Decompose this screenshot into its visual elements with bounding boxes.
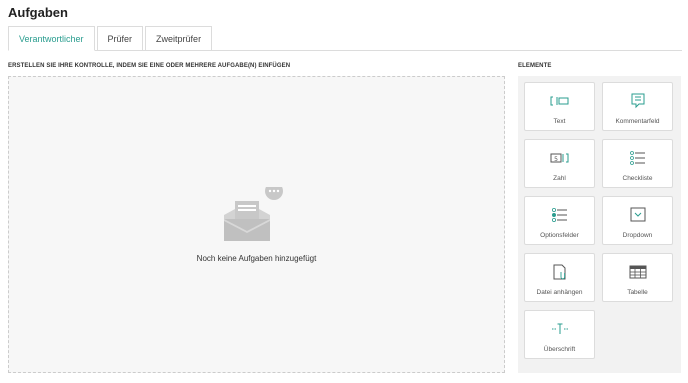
tab-pruefer[interactable]: Prüfer bbox=[96, 26, 144, 50]
element-label: Optionsfelder bbox=[540, 232, 579, 239]
builder-instruction: ERSTELLEN SIE IHRE KONTROLLE, INDEM SIE … bbox=[8, 63, 291, 69]
element-label: Dropdown bbox=[622, 232, 653, 239]
comment-icon bbox=[631, 93, 644, 109]
element-label: Kommentarfeld bbox=[615, 118, 660, 125]
checklist-icon bbox=[629, 151, 645, 165]
element-checkliste-button[interactable]: Checkliste bbox=[602, 139, 673, 188]
empty-state-illustration bbox=[9, 187, 504, 247]
radio-options-icon bbox=[551, 207, 567, 222]
element-label: Zahl bbox=[553, 175, 566, 182]
task-dropzone[interactable]: Noch keine Aufgaben hinzugefügt bbox=[8, 76, 505, 373]
element-optionsfelder-button[interactable]: Optionsfelder bbox=[524, 196, 595, 245]
element-text-button[interactable]: Text bbox=[524, 82, 595, 131]
element-label: Überschrift bbox=[543, 346, 576, 353]
element-datei-anhaengen-button[interactable]: Datei anhängen bbox=[524, 253, 595, 302]
attach-file-icon bbox=[553, 264, 565, 280]
element-zahl-button[interactable]: 5 Zahl bbox=[524, 139, 595, 188]
tab-verantwortlicher[interactable]: Verantwortlicher bbox=[8, 26, 95, 51]
elements-panel: Text Kommentarfeld 5 Zahl Checkliste Opt… bbox=[518, 76, 681, 373]
element-label: Text bbox=[553, 118, 566, 125]
elements-heading: ELEMENTE bbox=[518, 63, 552, 69]
empty-state-message: Noch keine Aufgaben hinzugefügt bbox=[196, 254, 317, 263]
page-title: Aufgaben bbox=[8, 5, 68, 20]
element-tabelle-button[interactable]: Tabelle bbox=[602, 253, 673, 302]
heading-icon bbox=[551, 323, 568, 334]
tab-zweitpruefer[interactable]: Zweitprüfer bbox=[145, 26, 213, 50]
empty-inbox-icon bbox=[223, 187, 283, 241]
number-field-icon: 5 bbox=[550, 153, 568, 163]
element-dropdown-button[interactable]: Dropdown bbox=[602, 196, 673, 245]
table-icon bbox=[629, 265, 646, 279]
element-label: Datei anhängen bbox=[536, 289, 583, 296]
dropdown-icon bbox=[630, 207, 645, 222]
role-tabs: Verantwortlicher Prüfer Zweitprüfer bbox=[8, 26, 214, 51]
element-label: Tabelle bbox=[627, 289, 648, 296]
element-ueberschrift-button[interactable]: Überschrift bbox=[524, 310, 595, 359]
element-kommentarfeld-button[interactable]: Kommentarfeld bbox=[602, 82, 673, 131]
element-label: Checkliste bbox=[622, 175, 653, 182]
text-field-icon bbox=[550, 96, 568, 106]
svg-text:5: 5 bbox=[554, 156, 558, 163]
